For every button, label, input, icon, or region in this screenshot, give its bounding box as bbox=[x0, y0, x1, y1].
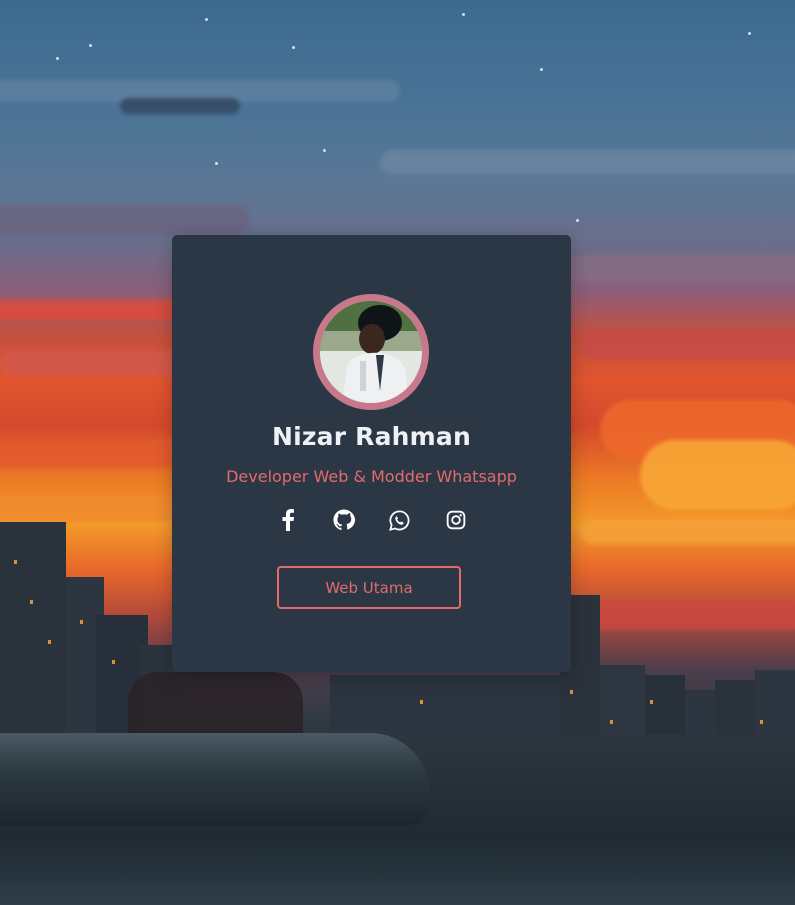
instagram-link[interactable] bbox=[444, 508, 468, 532]
star bbox=[748, 32, 751, 35]
whatsapp-link[interactable] bbox=[388, 508, 412, 532]
star bbox=[205, 18, 208, 21]
window-light bbox=[760, 720, 763, 724]
window-light bbox=[570, 690, 573, 694]
sky-streak bbox=[0, 440, 190, 468]
rooftop-ledge bbox=[0, 733, 430, 825]
star bbox=[89, 44, 92, 47]
profile-card: Nizar Rahman Developer Web & Modder What… bbox=[172, 235, 571, 672]
star bbox=[323, 149, 326, 152]
avatar-ring bbox=[313, 294, 429, 410]
whatsapp-icon bbox=[389, 509, 410, 531]
window-light bbox=[30, 600, 33, 604]
window-light bbox=[14, 560, 17, 564]
star bbox=[540, 68, 543, 71]
window-light bbox=[80, 620, 83, 624]
star bbox=[215, 162, 218, 165]
facebook-icon bbox=[282, 509, 294, 531]
window-light bbox=[48, 640, 51, 644]
avatar bbox=[320, 301, 422, 403]
star bbox=[462, 13, 465, 16]
star bbox=[56, 57, 59, 60]
github-link[interactable] bbox=[332, 508, 356, 532]
sky-streak bbox=[0, 495, 200, 521]
sky-streak bbox=[120, 98, 240, 114]
background-illustration: Nizar Rahman Developer Web & Modder What… bbox=[0, 0, 795, 905]
window-light bbox=[112, 660, 115, 664]
web-utama-button[interactable]: Web Utama bbox=[277, 566, 461, 609]
sitting-figure bbox=[128, 672, 303, 742]
sky-streak bbox=[580, 600, 795, 630]
window-light bbox=[650, 700, 653, 704]
star bbox=[576, 219, 579, 222]
sky-streak bbox=[0, 350, 200, 376]
sky-streak bbox=[580, 330, 795, 360]
sky-streak bbox=[0, 205, 250, 235]
window-light bbox=[610, 720, 613, 724]
sky-streak bbox=[580, 520, 795, 544]
sky-streak bbox=[380, 150, 795, 174]
facebook-link[interactable] bbox=[276, 508, 300, 532]
profile-role: Developer Web & Modder Whatsapp bbox=[226, 467, 517, 486]
instagram-icon bbox=[446, 510, 465, 530]
star bbox=[292, 46, 295, 49]
sky-streak bbox=[560, 255, 795, 281]
social-links bbox=[172, 508, 571, 532]
github-icon bbox=[332, 509, 355, 531]
window-light bbox=[420, 700, 423, 704]
sky-streak bbox=[640, 440, 795, 510]
profile-name: Nizar Rahman bbox=[272, 422, 471, 451]
avatar-photo bbox=[320, 301, 422, 403]
